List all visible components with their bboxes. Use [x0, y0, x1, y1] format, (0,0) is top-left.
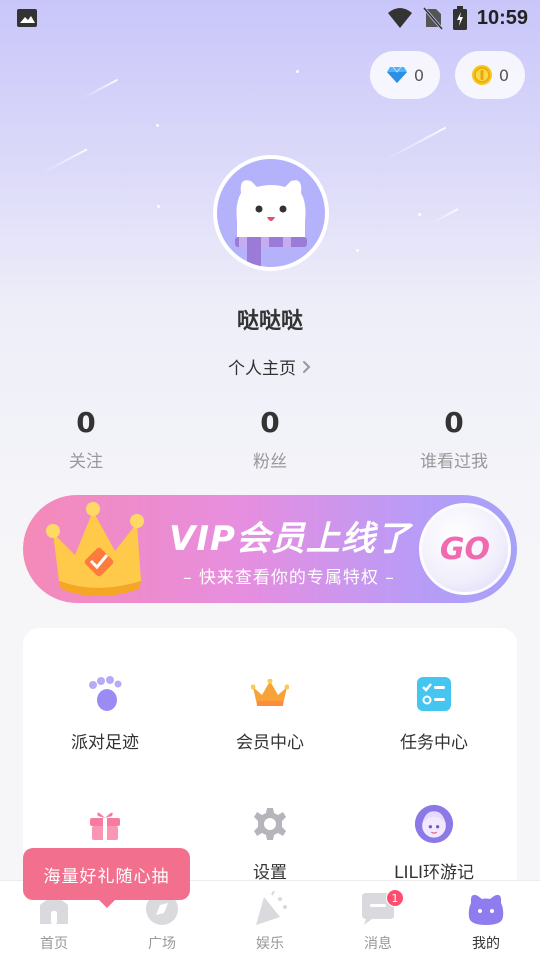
star-decoration: [156, 124, 159, 127]
stat-value: 0: [444, 406, 464, 439]
coin-icon: [471, 65, 492, 85]
promo-tooltip[interactable]: 海量好礼随心抽: [23, 848, 190, 908]
checklist-icon: [417, 677, 451, 711]
star-decoration: [296, 70, 299, 73]
stat-label: 谁看过我: [420, 452, 488, 472]
avatar[interactable]: [213, 155, 329, 271]
personal-homepage-label: 个人主页: [228, 359, 296, 379]
menu-item-settings[interactable]: 设置: [188, 804, 352, 883]
vip-title: VIP会员上线了: [169, 519, 411, 559]
menu-item-task-center[interactable]: 任务中心: [352, 674, 516, 753]
footprint-icon: [89, 676, 122, 711]
coin-balance-button[interactable]: 0: [455, 51, 525, 99]
stat-visitors[interactable]: 0 谁看过我: [364, 405, 540, 472]
vip-subtitle: – 快来查看你的专属特权 –: [183, 568, 395, 588]
tab-entertainment[interactable]: 娱乐: [216, 881, 324, 960]
image-icon: [17, 9, 37, 27]
menu-item-member-center[interactable]: 会员中心: [188, 674, 352, 753]
stat-value: 0: [260, 406, 280, 439]
cat-face-icon: [468, 894, 504, 925]
coin-count: 0: [498, 65, 510, 85]
streak-decoration: [383, 126, 447, 162]
stat-value: 0: [76, 406, 96, 439]
tab-label: 首页: [40, 936, 68, 952]
tab-label: 广场: [148, 936, 176, 952]
party-icon: [256, 890, 287, 925]
vip-go-button[interactable]: GO: [419, 503, 511, 595]
cat-avatar-image: [235, 180, 307, 267]
crown-icon: [251, 679, 289, 706]
tab-label: 娱乐: [256, 936, 284, 952]
streak-decoration: [431, 208, 459, 224]
menu-item-lili-journey[interactable]: LILI环游记: [352, 804, 516, 883]
character-avatar-icon: [414, 804, 454, 844]
tab-mine[interactable]: 我的: [432, 881, 540, 960]
streak-decoration: [42, 148, 88, 174]
tab-messages[interactable]: 1 消息: [324, 881, 432, 960]
clock: 10:59: [476, 6, 528, 29]
diamond-icon: [386, 66, 407, 83]
menu-item-party-footprints[interactable]: 派对足迹: [23, 674, 187, 753]
gear-icon: [254, 808, 286, 840]
no-sim-icon: [422, 7, 443, 30]
stat-label: 粉丝: [253, 452, 287, 472]
unread-badge: 1: [386, 889, 404, 907]
menu-item-label: 会员中心: [236, 733, 304, 753]
stat-fans[interactable]: 0 粉丝: [180, 405, 360, 472]
username: 哒哒哒: [236, 309, 303, 334]
status-bar: 10:59: [0, 0, 540, 36]
chevron-right-icon: [303, 360, 311, 373]
tab-label: 消息: [364, 936, 392, 952]
gift-icon: [90, 812, 120, 840]
star-decoration: [356, 249, 359, 252]
personal-homepage-link[interactable]: 个人主页: [0, 354, 540, 379]
tab-label: 我的: [472, 936, 500, 952]
streak-decoration: [81, 78, 119, 100]
gem-count: 0: [413, 65, 425, 85]
menu-item-label: 任务中心: [400, 733, 468, 753]
menu-item-label: 派对足迹: [71, 733, 139, 753]
star-decoration: [418, 213, 421, 216]
star-decoration: [157, 205, 160, 208]
battery-charging-icon: [452, 6, 467, 30]
stat-following[interactable]: 0 关注: [0, 405, 176, 472]
wifi-icon: [387, 8, 412, 28]
crown-icon: [46, 502, 144, 596]
vip-banner[interactable]: VIP会员上线了 – 快来查看你的专属特权 – GO: [23, 495, 517, 603]
gem-balance-button[interactable]: 0: [370, 51, 440, 99]
stat-label: 关注: [69, 452, 103, 472]
